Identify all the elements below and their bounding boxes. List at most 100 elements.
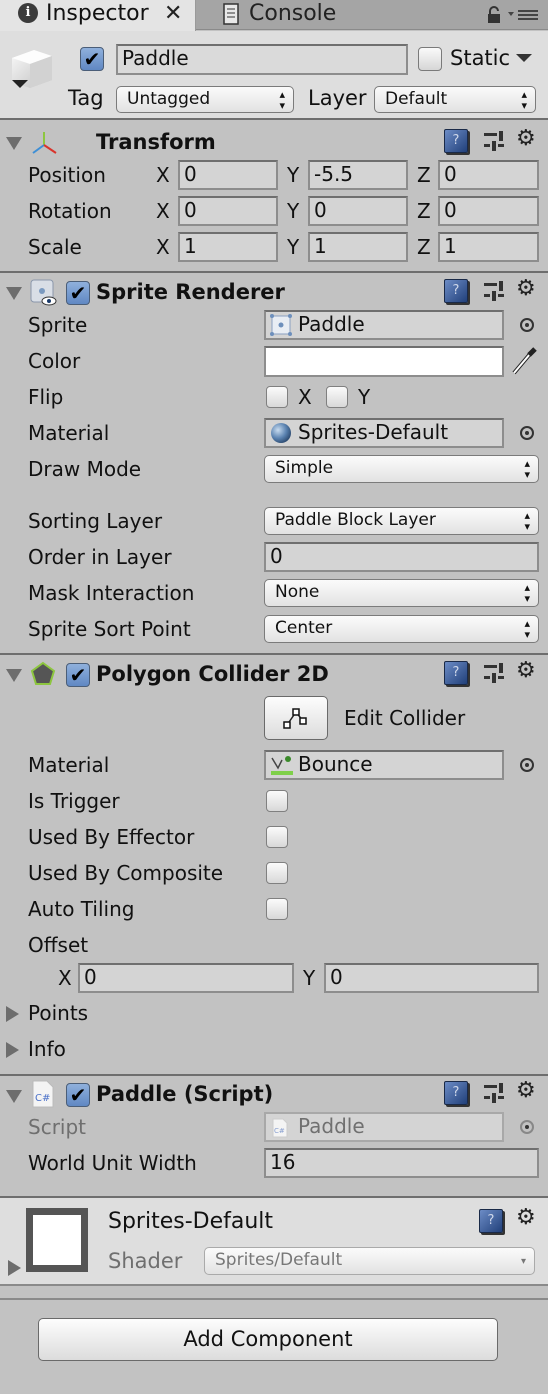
dropdown-arrows-icon: ▴ ▾	[524, 581, 530, 605]
foldout-expanded-icon[interactable]	[6, 287, 22, 300]
tab-console[interactable]: Console	[197, 0, 417, 30]
axis-z-label: Z	[417, 199, 431, 223]
presets-icon[interactable]	[483, 1082, 505, 1104]
order-in-layer-input[interactable]: 0	[264, 542, 539, 572]
offset-x-input[interactable]: 0	[78, 963, 294, 993]
collider-material-field[interactable]: Bounce	[264, 750, 504, 780]
material-preview-thumbnail	[26, 1208, 88, 1272]
help-icon[interactable]: ?	[479, 1209, 503, 1233]
physics-material-icon	[271, 756, 293, 775]
polygon-collider-enabled-checkbox[interactable]: ✔	[66, 663, 90, 687]
help-icon[interactable]: ?	[444, 129, 468, 153]
settings-gear-icon[interactable]: ⚙	[516, 660, 536, 682]
eyedropper-icon[interactable]	[510, 346, 538, 376]
info-foldout[interactable]: Info	[0, 1036, 200, 1064]
settings-gear-icon[interactable]: ⚙	[516, 1080, 536, 1102]
flip-y-label: Y	[358, 385, 371, 409]
used-by-composite-checkbox[interactable]	[266, 862, 288, 884]
static-dropdown-icon[interactable]	[516, 54, 532, 64]
foldout-collapsed-icon	[6, 1006, 19, 1022]
tag-value: Untagged	[127, 89, 211, 109]
foldout-expanded-icon[interactable]	[6, 1090, 22, 1103]
sprite-sort-point-dropdown[interactable]: Center ▴ ▾	[264, 615, 539, 643]
tab-inspector[interactable]: i Inspector ✕	[0, 0, 196, 31]
used-by-composite-label: Used By Composite	[28, 861, 224, 885]
sprite-field[interactable]: Paddle	[264, 310, 504, 340]
panel-menu-icon[interactable]	[508, 8, 540, 22]
settings-gear-icon[interactable]: ⚙	[516, 1207, 536, 1229]
sprite-renderer-enabled-checkbox[interactable]: ✔	[66, 281, 90, 305]
axis-z-label: Z	[417, 163, 431, 187]
draw-mode-value: Simple	[275, 458, 334, 478]
material-preview-name: Sprites-Default	[108, 1209, 274, 1234]
flip-x-checkbox[interactable]	[266, 386, 288, 408]
rotation-z-input[interactable]: 0	[438, 196, 539, 226]
world-unit-width-input[interactable]: 16	[264, 1148, 539, 1178]
gameobject-active-checkbox[interactable]: ✔	[80, 47, 104, 71]
foldout-expanded-icon[interactable]	[6, 669, 22, 682]
dropdown-arrows-icon: ▴ ▾	[524, 509, 530, 533]
axis-y-label: Y	[287, 199, 300, 223]
settings-gear-icon[interactable]: ⚙	[516, 128, 536, 150]
foldout-collapsed-icon	[6, 1042, 19, 1058]
presets-icon[interactable]	[483, 280, 505, 302]
mask-interaction-dropdown[interactable]: None ▴ ▾	[264, 579, 539, 607]
gameobject-name-input[interactable]: Paddle	[116, 44, 408, 75]
scale-y-input[interactable]: 1	[308, 232, 408, 262]
axis-y-label: Y	[287, 163, 300, 187]
axis-z-label: Z	[417, 235, 431, 259]
presets-icon[interactable]	[483, 662, 505, 684]
auto-tiling-checkbox[interactable]	[266, 898, 288, 920]
foldout-collapsed-icon[interactable]	[8, 1260, 21, 1276]
help-icon[interactable]: ?	[444, 1081, 468, 1105]
help-icon[interactable]: ?	[444, 661, 468, 685]
info-icon: i	[18, 3, 38, 23]
is-trigger-checkbox[interactable]	[266, 790, 288, 812]
object-picker-icon[interactable]	[520, 758, 534, 772]
foldout-expanded-icon[interactable]	[6, 137, 22, 150]
sorting-layer-dropdown[interactable]: Paddle Block Layer ▴ ▾	[264, 507, 539, 535]
dropdown-arrows-icon: ▴ ▾	[521, 87, 527, 112]
help-icon[interactable]: ?	[444, 279, 468, 303]
settings-gear-icon[interactable]: ⚙	[516, 278, 536, 300]
auto-tiling-label: Auto Tiling	[28, 897, 135, 921]
draw-mode-dropdown[interactable]: Simple ▴ ▾	[264, 455, 539, 483]
color-field[interactable]	[264, 346, 504, 377]
object-picker-icon[interactable]	[520, 426, 534, 440]
material-field[interactable]: Sprites-Default	[264, 418, 504, 448]
shader-dropdown[interactable]: Sprites/Default ▾	[204, 1247, 535, 1275]
sorting-layer-label: Sorting Layer	[28, 509, 163, 533]
close-tab-icon[interactable]: ✕	[164, 1, 182, 26]
static-checkbox[interactable]	[418, 47, 442, 71]
flip-y-checkbox[interactable]	[326, 386, 348, 408]
shader-value: Sprites/Default	[215, 1250, 343, 1270]
tag-dropdown[interactable]: Untagged ▴ ▾	[116, 86, 294, 113]
gameobject-cube-icon[interactable]	[8, 44, 56, 92]
position-x-input[interactable]: 0	[178, 160, 278, 190]
scale-x-input[interactable]: 1	[178, 232, 278, 262]
rotation-x-input[interactable]: 0	[178, 196, 278, 226]
scale-z-input[interactable]: 1	[438, 232, 539, 262]
offset-y-input[interactable]: 0	[324, 963, 539, 993]
layer-dropdown[interactable]: Default ▴ ▾	[374, 86, 536, 113]
object-picker-icon[interactable]	[520, 318, 534, 332]
dropdown-arrows-icon: ▴ ▾	[524, 457, 530, 481]
paddle-script-enabled-checkbox[interactable]: ✔	[66, 1083, 90, 1107]
transform-axis-icon	[32, 132, 57, 154]
draw-mode-label: Draw Mode	[28, 457, 142, 481]
is-trigger-label: Is Trigger	[28, 789, 120, 813]
paddle-script-title: Paddle (Script)	[96, 1082, 274, 1106]
tab-console-label: Console	[249, 1, 337, 26]
points-foldout[interactable]: Points	[0, 1000, 200, 1028]
add-component-button[interactable]: Add Component	[38, 1318, 498, 1361]
rotation-y-input[interactable]: 0	[308, 196, 408, 226]
shader-label: Shader	[108, 1249, 183, 1273]
script-field: C# Paddle	[264, 1112, 504, 1142]
lock-icon[interactable]	[486, 6, 502, 24]
position-y-input[interactable]: -5.5	[308, 160, 408, 190]
used-by-effector-checkbox[interactable]	[266, 826, 288, 848]
tag-label: Tag	[68, 86, 104, 110]
edit-collider-button[interactable]	[264, 696, 328, 740]
position-z-input[interactable]: 0	[438, 160, 539, 190]
presets-icon[interactable]	[483, 130, 505, 152]
